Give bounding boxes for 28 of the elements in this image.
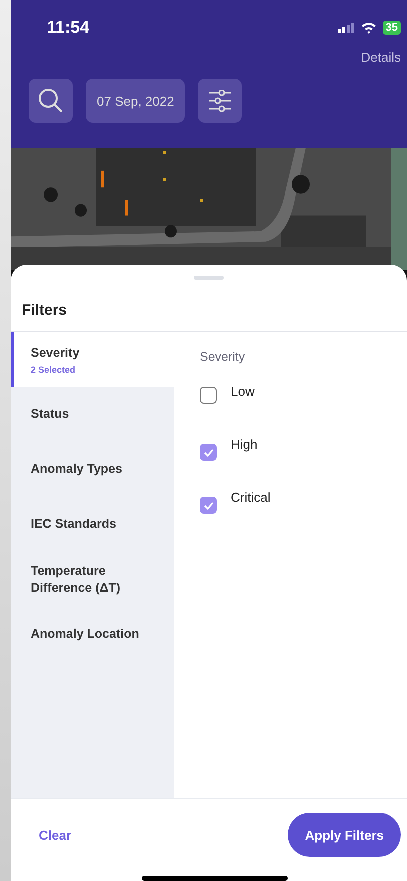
status-time: 11:54 xyxy=(47,18,90,38)
options-heading: Severity xyxy=(200,350,246,364)
category-tab[interactable]: Severity 2 Selected xyxy=(11,332,174,387)
option-label: Low xyxy=(231,384,255,399)
checkbox[interactable] xyxy=(200,444,217,461)
checkbox[interactable] xyxy=(200,497,217,514)
option-label: High xyxy=(231,437,258,452)
apply-filters-button[interactable]: Apply Filters xyxy=(288,813,401,857)
wifi-icon xyxy=(360,22,377,34)
category-tab[interactable]: Temperature Difference (ΔT) xyxy=(11,552,174,607)
clear-button[interactable]: Clear xyxy=(39,828,72,842)
check-icon xyxy=(204,448,214,456)
category-tab[interactable]: Status xyxy=(11,387,174,442)
category-tab[interactable]: Anomaly Types xyxy=(11,442,174,497)
date-button[interactable]: 07 Sep, 2022 xyxy=(86,79,186,123)
check-icon xyxy=(204,502,214,510)
category-tab[interactable]: Anomaly Location xyxy=(11,607,174,662)
checkbox[interactable] xyxy=(200,387,217,404)
signal-icon xyxy=(338,23,355,33)
search-icon xyxy=(38,88,64,114)
category-tab[interactable]: IEC Standards xyxy=(11,497,174,552)
sliders-icon xyxy=(208,90,232,112)
search-button[interactable] xyxy=(29,79,73,123)
filter-button[interactable] xyxy=(198,79,242,123)
battery-indicator: 35 xyxy=(382,21,401,35)
drag-handle[interactable] xyxy=(194,276,224,280)
option-label: Critical xyxy=(231,490,271,505)
details-link[interactable]: Details xyxy=(361,50,401,65)
